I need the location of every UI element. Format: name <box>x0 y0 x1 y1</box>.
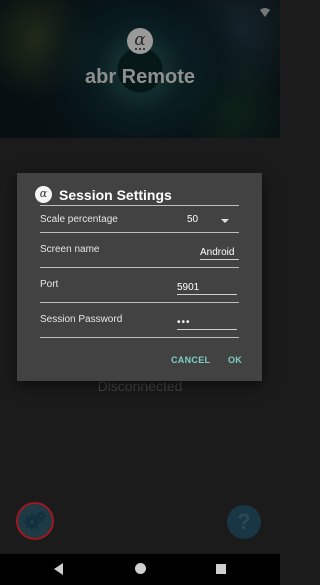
divider <box>40 205 239 206</box>
recents-icon[interactable] <box>216 564 226 574</box>
scale-percentage-row[interactable]: Scale percentage 50 <box>40 212 239 230</box>
dropdown-arrow-icon[interactable] <box>221 219 229 223</box>
scale-percentage-label: Scale percentage <box>40 214 118 225</box>
session-password-field[interactable] <box>177 312 237 330</box>
session-settings-dialog: α Session Settings Scale percentage 50 S… <box>17 173 262 381</box>
alpha-logo-icon: α <box>127 28 153 54</box>
wifi-icon <box>260 8 270 17</box>
session-password-row: Session Password <box>40 312 239 330</box>
divider <box>40 302 239 303</box>
divider <box>40 267 239 268</box>
divider <box>40 232 239 233</box>
alpha-icon: α <box>35 186 52 203</box>
divider <box>40 337 239 338</box>
screen-name-row: Screen name <box>40 242 239 260</box>
navigation-bar <box>0 554 280 585</box>
ok-button[interactable]: OK <box>228 355 242 365</box>
field-underline <box>177 329 237 330</box>
port-field[interactable] <box>177 277 237 295</box>
cancel-button[interactable]: CANCEL <box>171 355 210 365</box>
settings-button[interactable] <box>16 502 54 540</box>
home-icon[interactable] <box>135 563 146 574</box>
scale-percentage-select[interactable]: 50 <box>187 214 198 225</box>
field-underline <box>200 259 239 260</box>
status-bar <box>0 0 280 24</box>
app-title: abr Remote <box>84 66 196 88</box>
screen-name-field[interactable] <box>200 242 239 260</box>
screen-name-label: Screen name <box>40 244 100 255</box>
session-password-label: Session Password <box>40 314 123 325</box>
gears-icon <box>23 510 47 531</box>
field-underline <box>177 294 237 295</box>
port-label: Port <box>40 279 59 290</box>
dialog-title: Session Settings <box>59 187 172 203</box>
back-icon[interactable] <box>54 563 63 575</box>
help-button[interactable]: ? <box>227 505 261 539</box>
question-icon: ? <box>237 509 251 534</box>
port-row: Port <box>40 277 239 295</box>
